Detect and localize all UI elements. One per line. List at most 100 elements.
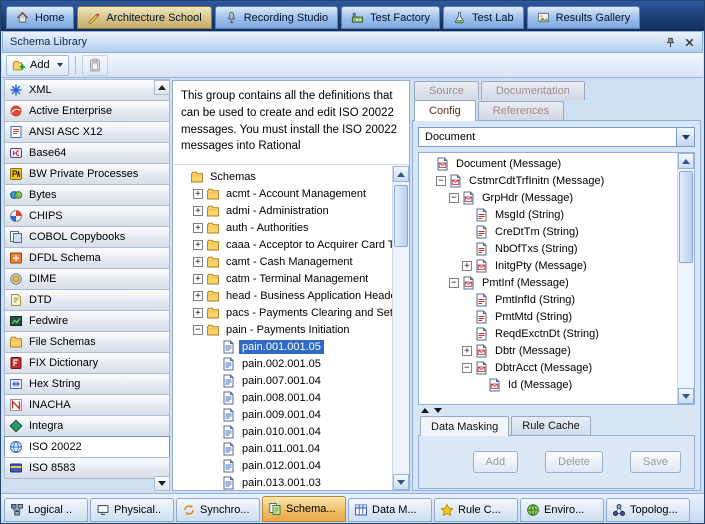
- document-tree-row[interactable]: + InitgPty (Message): [419, 257, 677, 274]
- schema-tree-row[interactable]: + caaa - Acceptor to Acquirer Card Tra: [173, 236, 392, 253]
- document-tree-row[interactable]: − CstmrCdtTrfInitn (Message): [419, 172, 677, 189]
- collapse-down-icon[interactable]: [434, 407, 442, 413]
- document-tab[interactable]: Topolog...: [606, 498, 690, 522]
- schema-tree-row[interactable]: + admi - Administration: [173, 202, 392, 219]
- delete-rule-button[interactable]: Delete: [545, 451, 603, 473]
- expander-icon[interactable]: −: [462, 362, 472, 373]
- schema-type-item[interactable]: File Schemas: [4, 331, 170, 353]
- expander-icon[interactable]: −: [449, 192, 459, 203]
- schema-tree-row[interactable]: Schemas: [173, 168, 392, 185]
- paste-button[interactable]: [81, 54, 108, 76]
- sidebar-scroll-up-button[interactable]: [154, 80, 170, 95]
- schema-tree-row[interactable]: + catm - Terminal Management: [173, 270, 392, 287]
- schema-type-item[interactable]: Fedwire: [4, 310, 170, 332]
- schema-tree-row[interactable]: pain.011.001.04: [173, 440, 392, 457]
- tab-data-masking[interactable]: Data Masking: [420, 416, 510, 436]
- document-tab[interactable]: Synchro...: [176, 498, 260, 522]
- perspective-tab[interactable]: Home: [6, 6, 75, 29]
- sidebar-scroll-down-button[interactable]: [154, 476, 170, 491]
- schema-type-item[interactable]: Hex String: [4, 373, 170, 395]
- schema-type-item[interactable]: Integra: [4, 415, 170, 437]
- schema-type-item[interactable]: BW Private Processes: [4, 163, 170, 185]
- expander-icon[interactable]: +: [462, 260, 472, 271]
- scroll-down-button[interactable]: [393, 474, 409, 490]
- expander-icon[interactable]: +: [193, 273, 203, 284]
- expander-icon[interactable]: +: [462, 345, 472, 356]
- scroll-thumb[interactable]: [679, 171, 693, 263]
- expander-icon[interactable]: +: [193, 239, 203, 250]
- document-tab[interactable]: Physical..: [90, 498, 174, 522]
- schema-type-item[interactable]: COBOL Copybooks: [4, 226, 170, 248]
- perspective-tab[interactable]: Results Gallery: [526, 6, 641, 29]
- splitter-handle[interactable]: [418, 405, 695, 415]
- schema-type-item[interactable]: Bytes: [4, 184, 170, 206]
- schema-tree-row[interactable]: + pacs - Payments Clearing and Settle: [173, 304, 392, 321]
- document-tab[interactable]: Rule C...: [434, 498, 518, 522]
- expander-icon[interactable]: +: [193, 188, 203, 199]
- scroll-down-button[interactable]: [678, 388, 694, 404]
- schema-tree-row[interactable]: + acmt - Account Management: [173, 185, 392, 202]
- schema-type-item[interactable]: INACHA: [4, 394, 170, 416]
- save-rule-button[interactable]: Save: [629, 451, 681, 473]
- schema-type-item[interactable]: ISO 8583: [4, 457, 170, 479]
- add-button[interactable]: Add: [6, 54, 69, 76]
- add-rule-button[interactable]: Add: [472, 451, 519, 473]
- expander-icon[interactable]: −: [193, 324, 203, 335]
- tab-source[interactable]: Source: [414, 81, 479, 100]
- schema-type-item[interactable]: Active Enterprise: [4, 100, 170, 122]
- schema-tree-row[interactable]: pain.001.001.05: [173, 338, 392, 355]
- schema-type-item[interactable]: CHIPS: [4, 205, 170, 227]
- perspective-tab[interactable]: Architecture School: [77, 6, 212, 29]
- schema-type-item[interactable]: DTD: [4, 289, 170, 311]
- schema-tree-row[interactable]: pain.002.001.05: [173, 355, 392, 372]
- tab-documentation[interactable]: Documentation: [480, 81, 585, 100]
- schema-tree-row[interactable]: − pain - Payments Initiation: [173, 321, 392, 338]
- expander-icon[interactable]: +: [193, 256, 203, 267]
- schema-tree-row[interactable]: + head - Business Application Header: [173, 287, 392, 304]
- pin-icon[interactable]: [662, 35, 678, 50]
- document-tree-row[interactable]: NbOfTxs (String): [419, 240, 677, 257]
- expander-icon[interactable]: −: [436, 175, 446, 186]
- schema-tree-row[interactable]: pain.009.001.04: [173, 406, 392, 423]
- perspective-tab[interactable]: Recording Studio: [214, 6, 339, 29]
- scroll-track[interactable]: [678, 169, 694, 388]
- expander-icon[interactable]: −: [449, 277, 459, 288]
- document-tree-row[interactable]: CreDtTm (String): [419, 223, 677, 240]
- expander-icon[interactable]: +: [193, 290, 203, 301]
- document-tab[interactable]: Enviro...: [520, 498, 604, 522]
- add-dropdown-arrow[interactable]: [56, 63, 63, 67]
- schema-type-item[interactable]: FIX Dictionary: [4, 352, 170, 374]
- perspective-tab[interactable]: Test Lab: [443, 6, 524, 29]
- document-tab[interactable]: Logical ..: [4, 498, 88, 522]
- expander-icon[interactable]: +: [193, 307, 203, 318]
- expander-icon[interactable]: +: [193, 205, 203, 216]
- schema-type-item[interactable]: DFDL Schema: [4, 247, 170, 269]
- close-icon[interactable]: [681, 35, 697, 50]
- document-tree-row[interactable]: − GrpHdr (Message): [419, 189, 677, 206]
- scroll-up-button[interactable]: [678, 153, 694, 169]
- document-tree-row[interactable]: Id (Message): [419, 376, 677, 393]
- schema-tree-row[interactable]: + camt - Cash Management: [173, 253, 392, 270]
- document-tree-row[interactable]: PmtMtd (String): [419, 308, 677, 325]
- document-tree-row[interactable]: Document (Message): [419, 155, 677, 172]
- scroll-track[interactable]: [393, 182, 409, 474]
- schema-tree-row[interactable]: pain.007.001.04: [173, 372, 392, 389]
- document-tab[interactable]: Schema...: [262, 496, 346, 522]
- document-tree-row[interactable]: − PmtInf (Message): [419, 274, 677, 291]
- scroll-up-button[interactable]: [393, 166, 409, 182]
- tab-references[interactable]: References: [477, 101, 565, 120]
- schema-tree-row[interactable]: pain.010.001.04: [173, 423, 392, 440]
- tab-rule-cache[interactable]: Rule Cache: [511, 416, 591, 435]
- collapse-up-icon[interactable]: [421, 407, 429, 413]
- document-tree-scrollbar[interactable]: [677, 153, 694, 404]
- schema-type-item[interactable]: ISO 20022: [4, 436, 170, 458]
- schema-tree-row[interactable]: pain.013.001.03: [173, 474, 392, 490]
- scroll-thumb[interactable]: [394, 185, 408, 247]
- root-message-select[interactable]: Document: [418, 127, 695, 147]
- document-tree-row[interactable]: PmtInfId (String): [419, 291, 677, 308]
- perspective-tab[interactable]: Test Factory: [341, 6, 441, 29]
- schema-type-item[interactable]: Base64: [4, 142, 170, 164]
- schema-type-item[interactable]: XML: [4, 79, 170, 101]
- document-tree-row[interactable]: ReqdExctnDt (String): [419, 325, 677, 342]
- document-tab[interactable]: Data M...: [348, 498, 432, 522]
